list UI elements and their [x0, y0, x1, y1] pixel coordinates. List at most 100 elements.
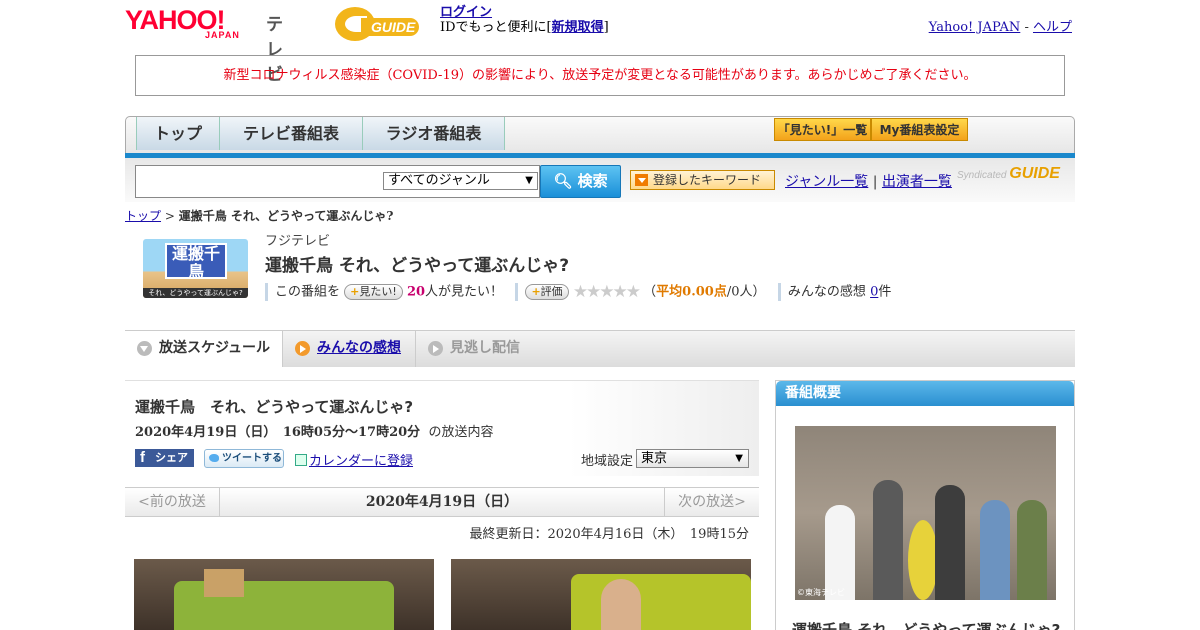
tab-broadcast-schedule-label: 放送スケジュール — [159, 340, 271, 356]
tab-impressions-label[interactable]: みんなの感想 — [317, 340, 401, 356]
top-link-sep: - — [1024, 20, 1029, 35]
photo-box-shape — [204, 569, 244, 597]
login-link[interactable]: ログイン — [440, 5, 492, 20]
photo-person-shape — [1017, 500, 1047, 600]
photo-credit: ©東海テレビ — [797, 588, 845, 597]
dropdown-arrow-icon — [635, 174, 648, 186]
photo-mascot-shape — [908, 520, 938, 600]
syndicated-label: Syndicated — [957, 170, 1007, 181]
gguide-logo[interactable]: GUIDE — [335, 7, 431, 41]
yahoo-japan-link[interactable]: Yahoo! JAPAN — [929, 20, 1021, 35]
breadcrumb: トップ > 運搬千鳥 それ、どうやって運ぶんじゃ? — [125, 207, 393, 224]
program-title: 運搬千鳥 それ、どうやって運ぶんじゃ? — [265, 256, 570, 276]
schedule-tabs: 放送スケジュール みんなの感想 見逃し配信 — [125, 330, 1075, 367]
program-stats: この番組を +見たい! 20人が見たい！ +評価 ★★★★★ （平均0.00点/… — [265, 283, 1065, 301]
impressions-suffix: 件 — [878, 284, 892, 300]
photo-person-shape — [980, 500, 1010, 600]
rating-people: /0人） — [726, 284, 766, 300]
photo-person-shape — [873, 480, 903, 600]
genre-select[interactable]: すべてのジャンル ▼ — [383, 172, 538, 190]
photo-person-shape — [825, 505, 855, 600]
my-schedule-settings-button[interactable]: My番組表設定 — [871, 118, 968, 141]
region-select[interactable]: 東京 ▼ — [636, 449, 749, 468]
chevron-down-icon — [137, 341, 152, 356]
thumbnail-title: 運搬千鳥 — [165, 243, 227, 281]
tab-broadcast-schedule[interactable]: 放送スケジュール — [125, 331, 283, 367]
region-label: 地域設定 — [581, 454, 634, 469]
mitai-suffix: 人が見たい！ — [425, 284, 504, 300]
login-sub-suffix: ] — [603, 20, 609, 35]
plus-icon: + — [350, 285, 360, 298]
breadcrumb-home[interactable]: トップ — [125, 209, 161, 223]
registered-keyword-button[interactable]: 登録したキーワード — [630, 170, 775, 190]
mitai-list-button[interactable]: 「見たい!」一覧 — [774, 118, 871, 141]
calendar-register-link[interactable]: カレンダーに登録 — [309, 454, 413, 469]
mitai-button-label: 見たい! — [359, 285, 397, 298]
impressions-label: みんなの感想 — [787, 284, 866, 300]
tab-impressions[interactable]: みんなの感想 — [283, 331, 416, 367]
keyword-button-label: 登録したキーワード — [653, 173, 762, 187]
syndicated-brand: GUIDE — [1009, 165, 1060, 182]
search-button-label: 検索 — [577, 172, 608, 190]
episode-photo[interactable] — [134, 559, 434, 630]
syndicated-gguide-logo: Syndicated GUIDE — [957, 165, 1060, 183]
program-overview: 番組概要 ©東海テレビ 運搬千鳥 それ、どうやって運ぶんじゃ? — [775, 380, 1075, 630]
tab-catchup[interactable]: 見逃し配信 — [416, 331, 546, 367]
breadcrumb-sep: > — [164, 209, 175, 223]
mitai-button[interactable]: +見たい! — [344, 284, 403, 300]
rating-stars: ★★★★★ — [572, 282, 641, 302]
facebook-share-button[interactable]: シェア — [135, 449, 194, 467]
search-button[interactable]: 🔍︎ 検索 — [540, 165, 621, 198]
performer-list-link[interactable]: 出演者一覧 — [882, 174, 952, 190]
episode-photo[interactable] — [451, 559, 751, 630]
help-link[interactable]: ヘルプ — [1033, 20, 1072, 35]
logo-japan: JAPAN — [205, 30, 240, 40]
top-links: Yahoo! JAPAN - ヘルプ — [929, 16, 1072, 35]
date-navigation: <前の放送 2020年4月19日（日） 次の放送> — [125, 487, 759, 517]
rating-prefix: （ — [643, 284, 657, 300]
rate-button-label: 評価 — [540, 285, 563, 298]
plus-icon: + — [531, 285, 541, 298]
next-broadcast-link[interactable]: 次の放送> — [664, 488, 759, 516]
tab-top[interactable]: トップ — [136, 117, 220, 150]
stats-divider — [777, 283, 781, 301]
rating-average: 平均0.00点 — [656, 284, 727, 300]
program-thumbnail: 運搬千鳥 それ、どうやって運ぶんじゃ? — [143, 239, 248, 298]
overview-title: 運搬千鳥 それ、どうやって運ぶんじゃ? — [792, 621, 1061, 630]
broadcast-datetime-suffix: の放送内容 — [428, 425, 494, 440]
station-name: フジテレビ — [265, 234, 331, 249]
region-value: 東京 — [641, 451, 668, 466]
prev-broadcast-link[interactable]: <前の放送 — [125, 488, 220, 516]
login-box: ログイン IDでもっと便利に[新規取得] — [440, 5, 609, 35]
broadcast-datetime-line: 2020年4月19日（日） 16時05分～17時20分 の放送内容 — [135, 421, 493, 440]
search-links: ジャンル一覧 | 出演者一覧 — [785, 171, 952, 191]
thumbnail-subtitle: それ、どうやって運ぶんじゃ? — [143, 288, 248, 298]
register-link[interactable]: 新規取得 — [552, 20, 604, 35]
tab-tv-schedule[interactable]: テレビ番組表 — [220, 117, 363, 150]
stats-divider — [265, 283, 268, 301]
play-icon — [295, 341, 310, 356]
current-date: 2020年4月19日（日） — [365, 494, 519, 510]
search-icon: 🔍︎ — [553, 172, 573, 190]
search-links-divider: | — [872, 174, 878, 190]
chevron-down-icon: ▼ — [525, 175, 533, 186]
gguide-text: GUIDE — [361, 18, 420, 36]
photo-vehicle-shape — [571, 574, 751, 630]
breadcrumb-current: 運搬千鳥 それ、どうやって運ぶんじゃ? — [178, 209, 394, 223]
calendar-register[interactable]: カレンダーに登録 — [295, 450, 413, 469]
tab-radio-schedule[interactable]: ラジオ番組表 — [363, 117, 505, 150]
rate-button[interactable]: +評価 — [525, 284, 569, 300]
genre-list-link[interactable]: ジャンル一覧 — [785, 174, 868, 190]
this-program-label: この番組を — [275, 284, 341, 300]
search-bar: すべてのジャンル ▼ 🔍︎ 検索 登録したキーワード ジャンル一覧 | 出演者一… — [125, 158, 1075, 202]
play-icon — [428, 341, 443, 356]
last-updated: 最終更新日：2020年4月16日（木） 19時15分 — [469, 527, 749, 542]
photo-person-shape — [601, 579, 641, 630]
broadcast-info: 運搬千鳥 それ、どうやって運ぶんじゃ? 2020年4月19日（日） 16時05分… — [125, 380, 759, 476]
calendar-icon — [295, 454, 307, 466]
yahoo-tv-logo[interactable]: YAHOO! JAPAN テレビ — [125, 6, 283, 85]
broadcast-datetime: 2020年4月19日（日） 16時05分～17時20分 — [135, 425, 421, 440]
covid-notice: 新型コロナウィルス感染症（COVID-19）の影響により、放送予定が変更となる可… — [135, 55, 1065, 96]
tweet-button[interactable]: ツイートする — [204, 449, 284, 468]
chevron-down-icon: ▼ — [735, 453, 743, 464]
